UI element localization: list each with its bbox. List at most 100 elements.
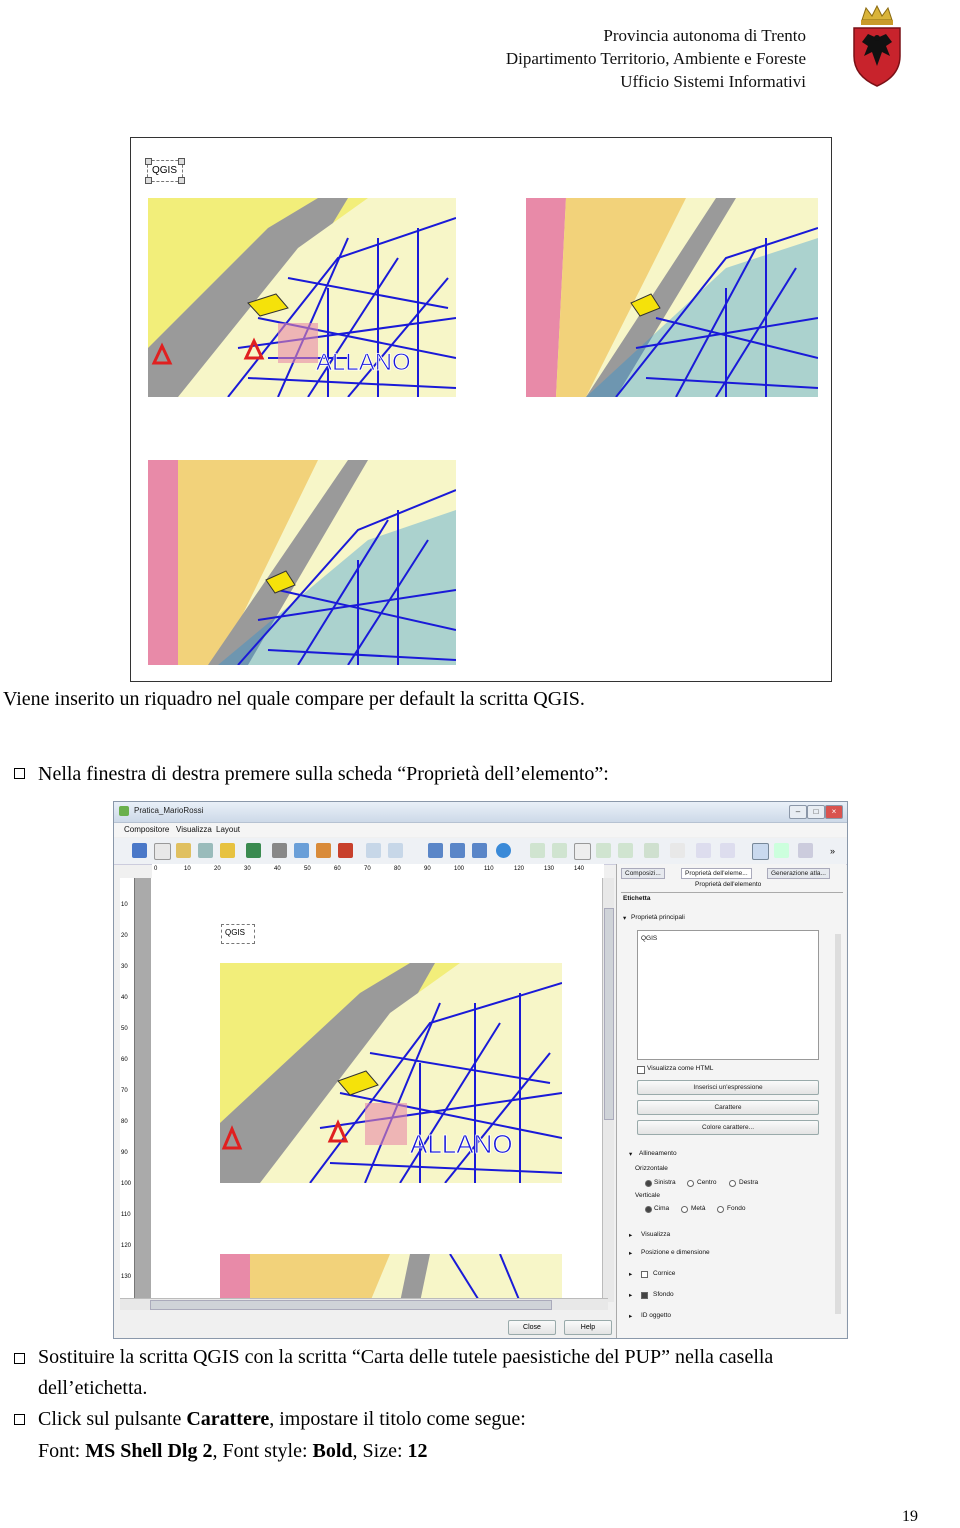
group-item-id[interactable]: ID oggetto: [641, 1312, 671, 1319]
new-icon[interactable]: [154, 843, 171, 860]
radio-bottom[interactable]: [717, 1206, 724, 1213]
zoom-in-icon[interactable]: [450, 843, 465, 858]
canvas-label-box[interactable]: QGIS: [221, 924, 255, 944]
chevron-right-icon[interactable]: ▸: [629, 1270, 632, 1278]
select-move-icon[interactable]: [752, 843, 769, 860]
composer-canvas[interactable]: QGIS ALLANO: [135, 878, 602, 1302]
label-text-value: QGIS: [641, 935, 658, 942]
undo-icon[interactable]: [366, 843, 381, 858]
chevron-down-icon[interactable]: ▾: [629, 1150, 632, 1158]
duplicate-icon[interactable]: [176, 843, 191, 858]
bullet-2-text: Sostituire la scritta QGIS con la scritt…: [38, 1346, 774, 1368]
add-shape-icon[interactable]: [644, 843, 659, 858]
html-checkbox-label: Visualizza come HTML: [647, 1065, 714, 1072]
move-content-icon[interactable]: [774, 843, 789, 858]
radio-right[interactable]: [729, 1180, 736, 1187]
menu-visualizza[interactable]: Visualizza: [176, 825, 212, 834]
radio-middle[interactable]: [681, 1206, 688, 1213]
export-svg-icon[interactable]: [316, 843, 331, 858]
page-number: 19: [902, 1508, 918, 1525]
map-graphic: ALLANO: [148, 198, 456, 397]
add-label-icon[interactable]: [574, 843, 591, 860]
export-pdf-icon[interactable]: [338, 843, 353, 858]
add-table-icon[interactable]: [696, 843, 711, 858]
caption-1: Viene inserito un riquadro nel quale com…: [3, 688, 585, 710]
manager-icon[interactable]: [198, 843, 213, 858]
font-button[interactable]: Carattere: [637, 1100, 819, 1115]
scroll-thumb[interactable]: [150, 1300, 552, 1310]
group-display[interactable]: Visualizza: [641, 1231, 670, 1238]
insert-expression-button[interactable]: Inserisci un'espressione: [637, 1080, 819, 1095]
header-block: Provincia autonoma di Trento Dipartiment…: [506, 24, 806, 93]
redo-icon[interactable]: [388, 843, 403, 858]
refresh-icon[interactable]: [496, 843, 511, 858]
html-checkbox[interactable]: [637, 1066, 645, 1074]
zoom-full-icon[interactable]: [428, 843, 443, 858]
vertical-scrollbar[interactable]: [602, 878, 614, 1302]
radio-left[interactable]: [645, 1180, 652, 1187]
save-icon[interactable]: [132, 843, 147, 858]
save-template-icon[interactable]: [246, 843, 261, 858]
label-text-input[interactable]: QGIS: [637, 930, 819, 1060]
more-tools-icon[interactable]: »: [830, 846, 835, 856]
canvas-map-2[interactable]: [220, 1254, 562, 1302]
menu-layout[interactable]: Layout: [216, 825, 240, 834]
checkbox-bullet-icon: [14, 1353, 25, 1364]
map-image-2: [526, 198, 818, 397]
ruler-tick: 50: [304, 866, 311, 872]
chevron-right-icon[interactable]: ▸: [629, 1312, 632, 1320]
chevron-right-icon[interactable]: ▸: [629, 1231, 632, 1239]
scroll-thumb[interactable]: [604, 908, 614, 1120]
background-checkbox[interactable]: [641, 1292, 648, 1299]
horizontal-scrollbar[interactable]: [120, 1298, 608, 1310]
add-map-icon[interactable]: [530, 843, 545, 858]
map-image-3: [148, 460, 456, 665]
ruler-tick: 0: [154, 866, 158, 872]
font-color-button[interactable]: Colore carattere...: [637, 1120, 819, 1135]
minimize-icon[interactable]: –: [789, 805, 807, 819]
add-legend-icon[interactable]: [596, 843, 611, 858]
folder-icon[interactable]: [220, 843, 235, 858]
pan-icon[interactable]: [798, 843, 813, 858]
add-arrow-icon[interactable]: [670, 843, 685, 858]
tab-item-properties[interactable]: Proprietà dell'eleme...: [681, 868, 752, 879]
maximize-icon[interactable]: □: [807, 805, 825, 819]
chevron-right-icon[interactable]: ▸: [629, 1249, 632, 1257]
group-position-size[interactable]: Posizione e dimensione: [641, 1249, 710, 1256]
chevron-down-icon[interactable]: ▾: [623, 914, 626, 922]
print-icon[interactable]: [272, 843, 287, 858]
add-scalebar-icon[interactable]: [618, 843, 633, 858]
style-label: , Font style:: [212, 1440, 313, 1462]
add-image-icon[interactable]: [552, 843, 567, 858]
radio-top[interactable]: [645, 1206, 652, 1213]
size-label: , Size:: [352, 1440, 408, 1462]
menu-compositore[interactable]: Compositore: [124, 825, 169, 834]
font-settings-line: Font: MS Shell Dlg 2, Font style: Bold, …: [38, 1436, 428, 1466]
tab-atlas[interactable]: Generazione atla...: [767, 868, 830, 879]
chevron-right-icon[interactable]: ▸: [629, 1291, 632, 1299]
tab-composition[interactable]: Composizi...: [621, 868, 665, 879]
ruler-tick: 70: [121, 1088, 128, 1094]
ruler-tick: 40: [274, 866, 281, 872]
handle-icon: [178, 158, 185, 165]
style-value: Bold: [312, 1440, 353, 1462]
ruler-tick: 110: [121, 1212, 131, 1218]
close-icon[interactable]: ×: [825, 805, 843, 819]
bullet-3-suffix: , impostare il titolo come segue:: [269, 1408, 526, 1430]
radio-center[interactable]: [687, 1180, 694, 1187]
bullet-3-bold: Carattere: [186, 1408, 270, 1430]
zoom-out-icon[interactable]: [472, 843, 487, 858]
add-html-icon[interactable]: [720, 843, 735, 858]
frame-checkbox[interactable]: [641, 1271, 648, 1278]
panel-scrollbar[interactable]: [835, 934, 841, 1314]
ruler-tick: 80: [121, 1119, 128, 1125]
handle-icon: [145, 177, 152, 184]
group-background[interactable]: Sfondo: [653, 1291, 674, 1298]
close-button[interactable]: Close: [508, 1320, 556, 1335]
group-frame[interactable]: Cornice: [653, 1270, 675, 1277]
font-value: MS Shell Dlg 2: [85, 1440, 213, 1462]
help-button[interactable]: Help: [564, 1320, 612, 1335]
ruler-top: 0 10 20 30 40 50 60 70 80 90 100 110 120…: [152, 864, 604, 879]
canvas-map[interactable]: ALLANO: [220, 963, 562, 1183]
export-image-icon[interactable]: [294, 843, 309, 858]
